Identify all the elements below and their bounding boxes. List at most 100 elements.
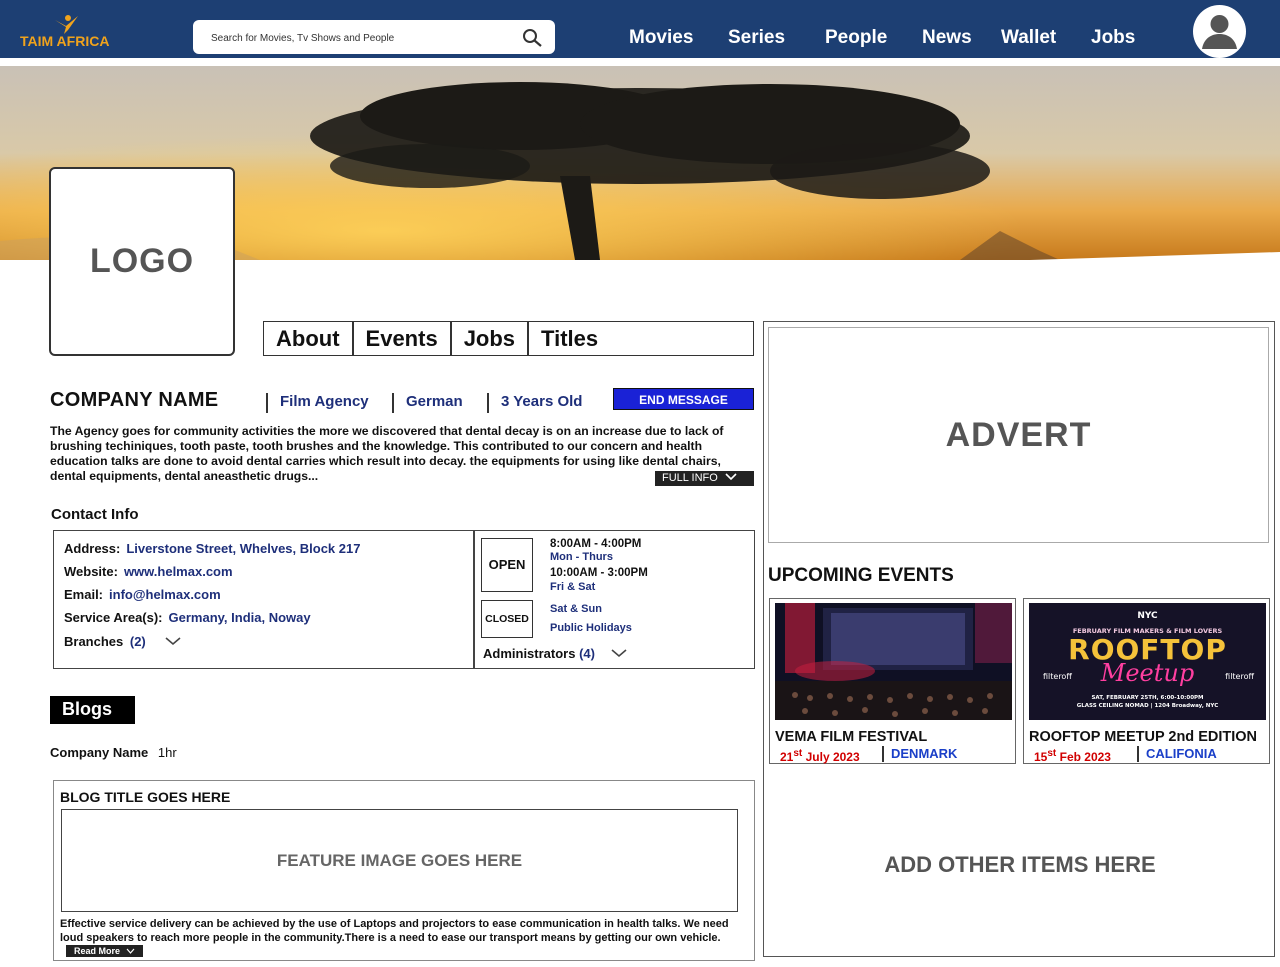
event-month-year: July 2023 bbox=[805, 750, 860, 764]
search-icon[interactable] bbox=[521, 28, 543, 48]
contact-info-heading: Contact Info bbox=[51, 506, 139, 523]
user-avatar[interactable] bbox=[1193, 5, 1246, 58]
company-language: German bbox=[392, 393, 463, 413]
search-input[interactable] bbox=[211, 29, 501, 47]
administrators-row[interactable]: Administrators (4) bbox=[483, 646, 627, 661]
film-festival-photo bbox=[775, 603, 1012, 720]
blog-author[interactable]: Company Name bbox=[50, 745, 148, 760]
event-date: 21st July 2023 bbox=[780, 748, 860, 764]
blog-title[interactable]: BLOG TITLE GOES HERE bbox=[60, 789, 230, 805]
search-bar[interactable] bbox=[193, 20, 555, 54]
send-message-button[interactable]: END MESSAGE bbox=[613, 388, 754, 410]
nav-series[interactable]: Series bbox=[728, 27, 785, 49]
contact-divider bbox=[473, 531, 475, 668]
chevron-down-icon bbox=[126, 948, 134, 954]
nav-jobs[interactable]: Jobs bbox=[1091, 27, 1135, 49]
address-value: Liverstone Street, Whelves, Block 217 bbox=[126, 541, 361, 556]
event-title: ROOFTOP MEETUP 2nd EDITION bbox=[1029, 729, 1257, 745]
website-row: Website: www.helmax.com bbox=[64, 564, 233, 579]
full-info-button[interactable]: FULL INFO bbox=[655, 471, 754, 486]
closed-label: CLOSED bbox=[481, 600, 533, 638]
poster-date: SAT, FEBRUARY 25TH, 6:00-10:00PM bbox=[1091, 695, 1204, 701]
site-logo[interactable]: TAIM AFRICA bbox=[20, 14, 120, 50]
company-age: 3 Years Old bbox=[487, 393, 582, 413]
email-row: Email: info@helmax.com bbox=[64, 587, 221, 602]
tab-events[interactable]: Events bbox=[354, 322, 452, 355]
email-link[interactable]: info@helmax.com bbox=[109, 587, 221, 602]
advert-label: ADVERT bbox=[945, 415, 1092, 454]
closed-days: Sat & Sun bbox=[550, 603, 602, 615]
profile-tabs: About Events Jobs Titles bbox=[263, 321, 754, 356]
poster-venue: GLASS CEILING NOMAD | 1204 Broadway, NYC bbox=[1076, 703, 1219, 709]
closed-holidays: Public Holidays bbox=[550, 622, 632, 634]
tab-jobs[interactable]: Jobs bbox=[452, 322, 530, 355]
service-area-value: Germany, India, Noway bbox=[168, 610, 311, 625]
logo-text: TAIM AFRICA bbox=[20, 33, 110, 49]
read-more-button[interactable]: Read More bbox=[66, 945, 143, 957]
event-card[interactable]: VEMA FILM FESTIVAL 21st July 2023 DENMAR… bbox=[769, 598, 1016, 764]
top-navigation-bar: TAIM AFRICA Movies Series People News Wa… bbox=[0, 0, 1280, 62]
nav-wallet[interactable]: Wallet bbox=[1001, 27, 1056, 49]
blog-meta: Company Name 1hr bbox=[50, 745, 177, 760]
branches-count: (2) bbox=[129, 634, 146, 649]
event-location: DENMARK bbox=[882, 746, 957, 762]
website-label: Website: bbox=[64, 564, 118, 579]
service-area-row: Service Area(s): Germany, India, Noway bbox=[64, 610, 311, 625]
weekday-hours: 8:00AM - 4:00PM bbox=[550, 538, 642, 550]
service-area-label: Service Area(s): bbox=[64, 610, 163, 625]
read-more-label: Read More bbox=[74, 946, 121, 956]
blog-post-card: BLOG TITLE GOES HERE FEATURE IMAGE GOES … bbox=[53, 780, 755, 961]
nav-news[interactable]: News bbox=[922, 27, 972, 49]
advert-placeholder[interactable]: ADVERT bbox=[768, 327, 1269, 543]
event-title: VEMA FILM FESTIVAL bbox=[775, 729, 928, 745]
blog-time: 1hr bbox=[157, 745, 177, 760]
address-row: Address: Liverstone Street, Whelves, Bloc… bbox=[64, 541, 360, 556]
blog-feature-image-placeholder: FEATURE IMAGE GOES HERE bbox=[61, 809, 738, 912]
upcoming-events-heading: UPCOMING EVENTS bbox=[768, 565, 954, 586]
logo-figure-icon bbox=[55, 15, 78, 34]
rooftop-meetup-poster: NYC FEBRUARY FILM MAKERS & FILM LOVERS R… bbox=[1029, 603, 1266, 720]
nav-people[interactable]: People bbox=[825, 27, 887, 49]
tab-about[interactable]: About bbox=[264, 322, 354, 355]
event-date: 15st Feb 2023 bbox=[1034, 748, 1111, 764]
administrators-count: (4) bbox=[579, 646, 595, 661]
event-day: 15 bbox=[1034, 750, 1048, 764]
full-info-label: FULL INFO bbox=[662, 472, 718, 484]
feature-image-label: FEATURE IMAGE GOES HERE bbox=[276, 850, 523, 870]
company-category: Film Agency bbox=[266, 393, 369, 413]
chevron-down-icon bbox=[725, 473, 737, 481]
right-sidebar: ADVERT UPCOMING EVENTS VEMA FILM FESTIVA… bbox=[763, 321, 1275, 957]
website-link[interactable]: www.helmax.com bbox=[124, 564, 233, 579]
weekend-hours: 10:00AM - 3:00PM bbox=[550, 567, 648, 579]
chevron-down-icon[interactable] bbox=[165, 636, 181, 646]
poster-brand-right: filteroff bbox=[1225, 672, 1254, 681]
administrators-label: Administrators bbox=[483, 646, 576, 661]
tab-titles[interactable]: Titles bbox=[529, 322, 610, 355]
event-day: 21 bbox=[780, 750, 794, 764]
blog-excerpt-text: Effective service delivery can be achiev… bbox=[60, 918, 729, 944]
contact-info-box: Address: Liverstone Street, Whelves, Bloc… bbox=[53, 530, 755, 669]
weekend-days: Fri & Sat bbox=[550, 581, 596, 593]
event-month-year: Feb 2023 bbox=[1059, 750, 1111, 764]
company-description: The Agency goes for community activities… bbox=[50, 424, 724, 483]
email-label: Email: bbox=[64, 587, 104, 602]
event-day-suffix: st bbox=[793, 748, 803, 759]
event-card[interactable]: NYC FEBRUARY FILM MAKERS & FILM LOVERS R… bbox=[1023, 598, 1270, 764]
logo-label: LOGO bbox=[89, 242, 195, 280]
event-image: NYC FEBRUARY FILM MAKERS & FILM LOVERS R… bbox=[1029, 603, 1266, 720]
branches-label: Branches bbox=[64, 634, 124, 649]
event-location: CALIFONIA bbox=[1137, 746, 1217, 762]
event-image bbox=[775, 603, 1012, 720]
nav-movies[interactable]: Movies bbox=[629, 27, 693, 49]
open-label: OPEN bbox=[481, 538, 533, 592]
company-name: COMPANY NAME bbox=[50, 389, 219, 411]
weekday-days: Mon - Thurs bbox=[550, 551, 613, 563]
chevron-down-icon[interactable] bbox=[611, 648, 627, 658]
poster-org: NYC bbox=[1137, 611, 1158, 621]
company-logo-placeholder: LOGO bbox=[49, 167, 235, 356]
address-label: Address: bbox=[64, 541, 121, 556]
blog-excerpt: Effective service delivery can be achiev… bbox=[60, 918, 750, 959]
poster-brand-left: filteroff bbox=[1043, 672, 1072, 681]
branches-row[interactable]: Branches (2) bbox=[64, 634, 181, 649]
event-day-suffix: st bbox=[1047, 748, 1057, 759]
